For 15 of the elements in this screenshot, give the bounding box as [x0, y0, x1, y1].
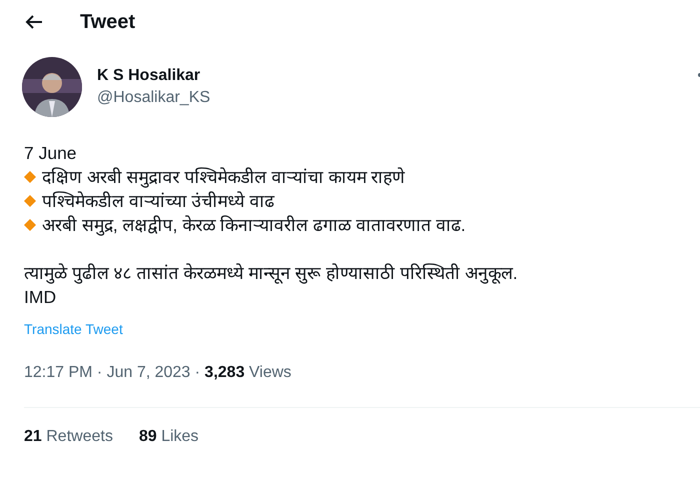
- tweet-text: पश्चिमेकडील वाऱ्यांच्या उंचीमध्ये वाढ: [42, 190, 275, 213]
- page-title: Tweet: [80, 10, 136, 34]
- tweet-text: दक्षिण अरबी समुद्रावर पश्चिमेकडील वाऱ्यांचा कायम राहणे: [42, 166, 406, 189]
- tweet-meta: 12:17 PM · Jun 7, 2023 · 3,283 Views: [24, 363, 292, 383]
- stat-link[interactable]: 21 Retweets: [24, 428, 113, 446]
- author-name[interactable]: K S Hosalikar: [97, 67, 210, 85]
- diamond-icon: [24, 219, 36, 231]
- diamond-icon: [24, 195, 36, 207]
- stat-link[interactable]: 89 Likes: [138, 428, 199, 446]
- tweet-text: 7 June: [24, 142, 78, 165]
- tweet-text: अरबी समुद्र, लक्षद्वीप, केरळ किनाऱ्यावरील ढगाळ वातावरणात वाढ.: [42, 214, 466, 237]
- tweet-text: त्यामुळे पुढील ४८ तासांत केरळमध्ये मान्सून सुरू होण्यासाठी परिस्थिती अनुकूल.: [24, 262, 519, 285]
- tweet-text: IMD: [24, 286, 58, 309]
- diamond-icon: [24, 171, 36, 183]
- author-handle[interactable]: @Hosalikar_KS: [97, 89, 210, 107]
